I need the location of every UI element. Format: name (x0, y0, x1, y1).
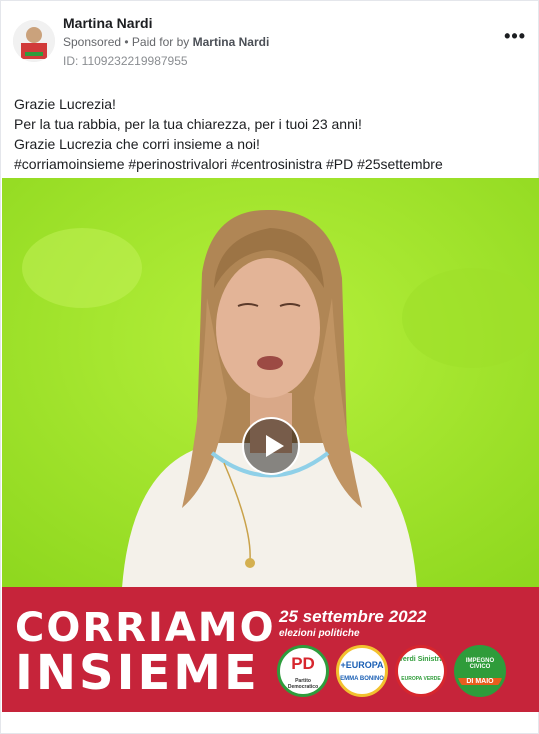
more-icon[interactable]: ••• (504, 27, 526, 45)
video-player[interactable]: CORRIAMO INSIEME 25 settembre 2022 elezi… (2, 178, 539, 712)
author-name[interactable]: Martina Nardi (63, 15, 152, 31)
text-line: Grazie Lucrezia che corri insieme a noi! (14, 136, 260, 152)
post-text: Grazie Lucrezia! Per la tua rabbia, per … (14, 94, 524, 174)
play-icon[interactable] (242, 417, 300, 475)
logo-subtext: Partito Democratico (287, 678, 319, 690)
paid-for-name[interactable]: Martina Nardi (193, 35, 270, 49)
logo-subtext: DI MAIO (457, 678, 503, 685)
hashtags-line[interactable]: #corriamoinsieme #perinostrivalori #cent… (14, 154, 524, 174)
paid-for-prefix: • Paid for by (121, 35, 193, 49)
piu-europa-logo: +EUROPA EMMA BONINO (336, 645, 388, 697)
post-header: Martina Nardi Sponsored • Paid for by Ma… (13, 13, 528, 71)
logo-text: IMPEGNO CIVICO (465, 658, 495, 670)
logo-subtext: EMMA BONINO (340, 676, 384, 682)
banner-line-2: INSIEME (15, 645, 260, 701)
logo-text: Verdi Sinistra (398, 656, 444, 663)
banner-subtitle: elezioni politiche (279, 628, 360, 639)
avs-logo: Verdi Sinistra EUROPA VERDE (395, 645, 447, 697)
text-line: Per la tua rabbia, per la tua chiarezza,… (14, 116, 362, 132)
logo-text: +EUROPA (340, 660, 384, 670)
impegno-civico-logo: IMPEGNO CIVICO DI MAIO (454, 645, 506, 697)
logo-subtext: EUROPA VERDE (401, 676, 441, 682)
ad-id: ID: 1109232219987955 (63, 54, 188, 68)
logo-text: PD (291, 654, 315, 673)
campaign-banner: CORRIAMO INSIEME 25 settembre 2022 elezi… (2, 587, 539, 712)
avatar[interactable] (13, 20, 55, 62)
pd-logo: PD Partito Democratico (277, 645, 329, 697)
ad-card: Martina Nardi Sponsored • Paid for by Ma… (0, 0, 539, 734)
sponsored-label: Sponsored (63, 35, 122, 49)
sponsor-line: Sponsored • Paid for by Martina Nardi (63, 35, 269, 49)
banner-date: 25 settembre 2022 (279, 607, 427, 626)
text-line: Grazie Lucrezia! (14, 96, 116, 112)
